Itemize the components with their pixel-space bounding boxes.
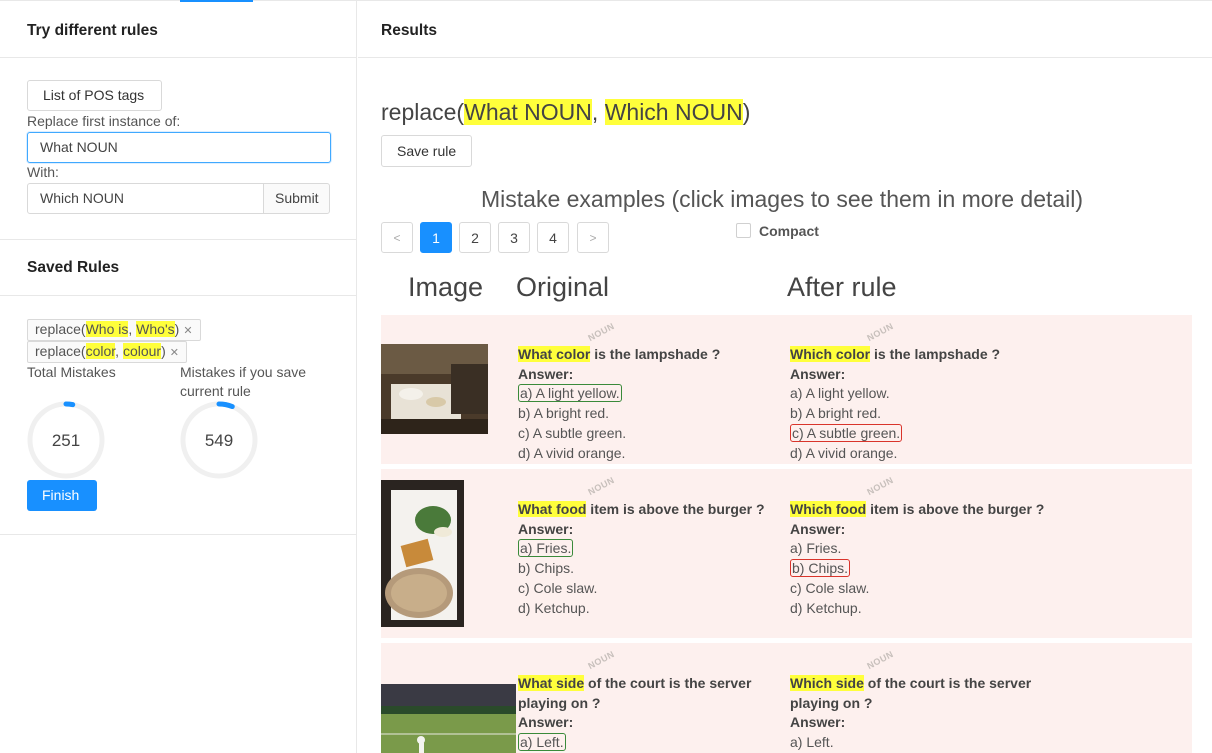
example-image[interactable] [381,344,488,434]
page-3-button[interactable]: 3 [498,222,530,253]
replace-input[interactable]: What NOUN [27,132,331,163]
noun-tag: NOUN [586,648,617,672]
section-divider [0,295,357,296]
results-title: Results [381,22,437,39]
correct-answer: a) Left. [518,733,566,752]
example-row: NOUN What food item is above the burger … [381,469,1192,638]
example-image[interactable] [381,480,464,627]
after-rule-question: Which color is the lampshade ? Answer: a… [790,346,1001,461]
section-divider [0,239,357,240]
header-divider [358,57,1212,58]
page-2-button[interactable]: 2 [459,222,491,253]
saved-rule-tag: replace(color, colour) ✕ [27,341,187,363]
prev-page-button[interactable]: < [381,222,413,253]
save-mistakes-value: 549 [204,431,234,450]
original-question: What side of the court is the server pla… [518,675,752,752]
correct-answer: a) Fries. [518,539,574,558]
compact-checkbox[interactable] [736,223,751,238]
noun-tag: NOUN [865,474,896,498]
section-divider [0,534,357,535]
saved-rules-title: Saved Rules [27,259,120,276]
finish-button[interactable]: Finish [27,480,97,511]
rules-panel-title: Try different rules [0,0,356,58]
with-input[interactable]: Which NOUN [27,183,264,214]
noun-tag: NOUN [865,320,896,344]
save-mistakes-label: Mistakes if you save current rule [180,364,307,399]
rules-panel: Try different rules List of POS tags Rep… [0,0,357,753]
page-1-button[interactable]: 1 [420,222,452,253]
noun-tag: NOUN [865,648,896,672]
predicted-answer: c) A subtle green. [790,423,903,442]
replace-label: Replace first instance of: [27,113,181,129]
pos-tags-button[interactable]: List of POS tags [27,80,162,111]
total-mistakes-label: Total Mistakes [27,364,116,380]
column-header-image: Image [408,272,484,302]
column-header-original: Original [516,272,610,302]
remove-rule-icon[interactable]: ✕ [183,325,192,337]
results-panel: Results replace(What NOUN, Which NOUN) S… [358,0,1212,753]
example-row: NOUN What side of the court is the serve… [381,643,1192,753]
original-question: What color is the lampshade ? Answer: a)… [518,346,721,461]
save-rule-button[interactable]: Save rule [381,135,472,167]
remove-rule-icon[interactable]: ✕ [170,347,179,359]
after-rule-question: Which side of the court is the server pl… [790,675,1032,751]
after-rule-question: Which food item is above the burger ? An… [790,501,1045,616]
total-mistakes-value: 251 [51,431,81,450]
predicted-answer: b) Chips. [790,559,851,578]
mistake-examples-title: Mistake examples (click images to see th… [481,186,1084,212]
with-label: With: [27,164,59,180]
compact-label: Compact [759,223,819,239]
correct-answer: a) A light yellow. [518,384,622,403]
saved-rule-tag: replace(Who is, Who's) ✕ [27,319,201,341]
submit-button[interactable]: Submit [263,183,330,214]
noun-tag: NOUN [586,320,617,344]
next-page-button[interactable]: > [577,222,609,253]
current-rule: replace(What NOUN, Which NOUN) [381,99,751,125]
page-4-button[interactable]: 4 [537,222,569,253]
original-question: What food item is above the burger ? Ans… [518,501,765,616]
noun-tag: NOUN [586,474,617,498]
example-row: NOUN What color is the lampshade ? Answe… [381,315,1192,464]
example-image[interactable] [381,684,516,753]
column-header-after-rule: After rule [787,272,897,302]
